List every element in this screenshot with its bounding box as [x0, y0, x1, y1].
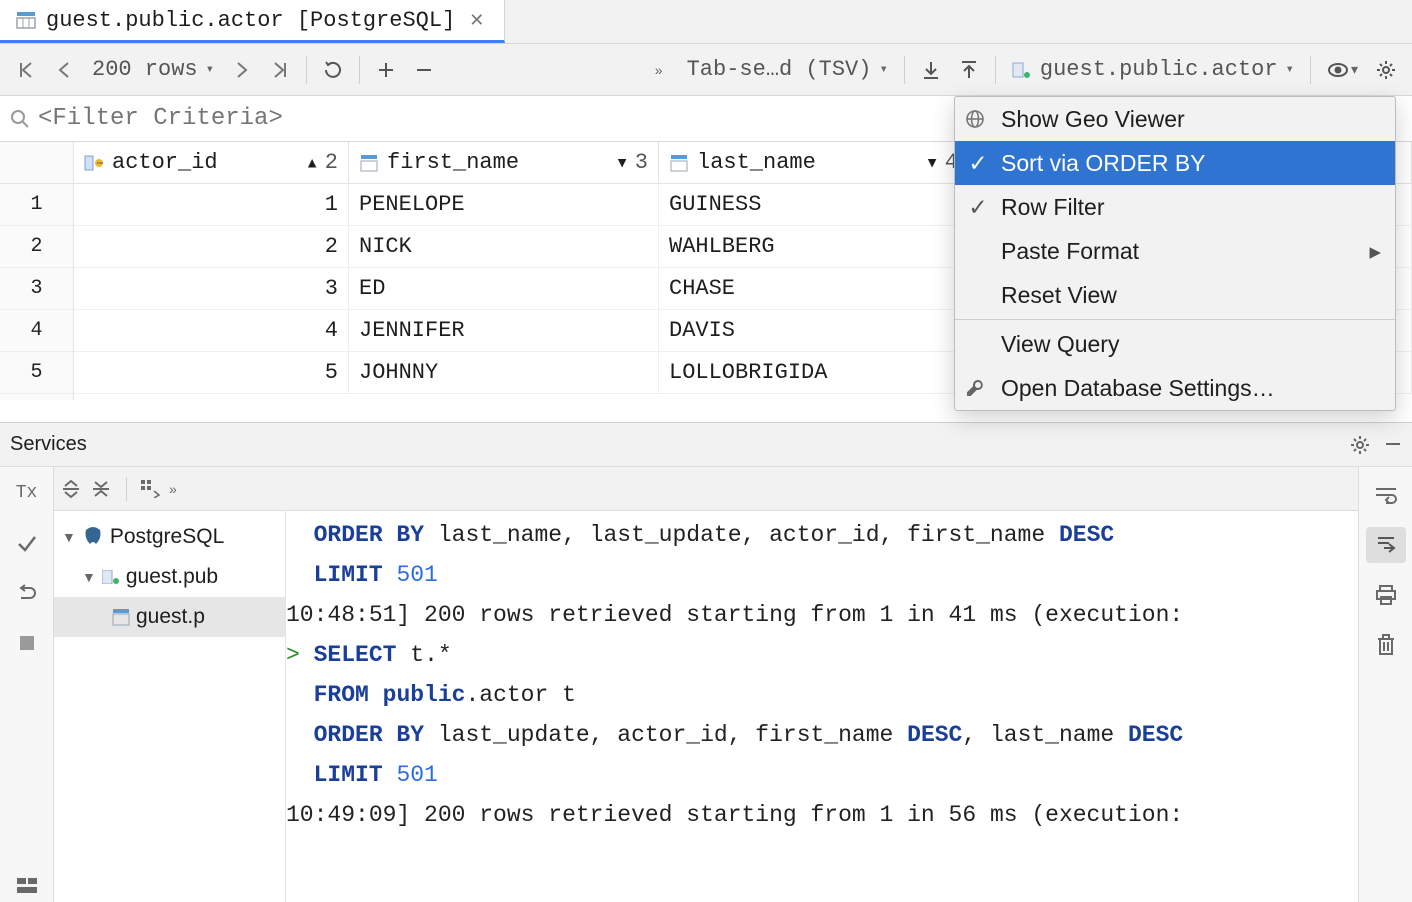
layout-icon[interactable]: [11, 870, 43, 902]
services-title: Services: [10, 433, 87, 456]
pk-column-icon: [84, 153, 104, 173]
menu-item-show-geo-viewer[interactable]: Show Geo Viewer: [955, 97, 1395, 141]
next-page-button[interactable]: [224, 52, 260, 88]
tx-label[interactable]: Tx: [11, 477, 43, 509]
services-right-toolbar: [1358, 467, 1412, 902]
table-icon: [112, 608, 130, 626]
column-icon: [359, 153, 379, 173]
menu-item-reset-view[interactable]: Reset View: [955, 273, 1395, 317]
group-icon[interactable]: [141, 480, 161, 498]
close-icon[interactable]: ✕: [465, 10, 488, 31]
row-number[interactable]: 3: [0, 268, 73, 310]
main-toolbar: 200 rows ▾ » Tab-se…d (TSV) ▾ guest.publ…: [0, 44, 1412, 96]
row-number[interactable]: 5: [0, 352, 73, 394]
upload-button[interactable]: [951, 52, 987, 88]
column-header-first-name[interactable]: first_name ▾3: [349, 142, 659, 183]
rows-dropdown[interactable]: 200 rows ▾: [84, 52, 222, 88]
row-gutter: 1 2 3 4 5: [0, 142, 74, 400]
overflow-icon[interactable]: »: [169, 481, 177, 497]
services-header: Services: [0, 423, 1412, 467]
menu-item-open-db-settings[interactable]: Open Database Settings…: [955, 366, 1395, 410]
add-row-button[interactable]: [368, 52, 404, 88]
settings-button[interactable]: [1368, 52, 1404, 88]
separator: [1310, 56, 1311, 84]
separator: [359, 56, 360, 84]
last-page-button[interactable]: [262, 52, 298, 88]
chevron-down-icon: ▼: [62, 529, 76, 545]
reload-button[interactable]: [315, 52, 351, 88]
stop-icon[interactable]: [11, 627, 43, 659]
datasource-icon: [1012, 62, 1032, 78]
globe-icon: [965, 109, 991, 129]
rows-label: 200 rows: [92, 57, 198, 82]
submenu-arrow-icon: ▸: [1369, 238, 1381, 265]
chevron-down-icon: ▾: [879, 61, 887, 78]
separator: [995, 56, 996, 84]
soft-wrap-icon[interactable]: [1366, 477, 1406, 513]
format-dropdown[interactable]: Tab-se…d (TSV) ▾: [679, 52, 896, 88]
menu-item-paste-format[interactable]: Paste Format ▸: [955, 229, 1395, 273]
datasource-dropdown[interactable]: guest.public.actor ▾: [1004, 52, 1302, 88]
column-icon: [669, 153, 689, 173]
separator: [904, 56, 905, 84]
services-tree[interactable]: ▼ PostgreSQL ▼ guest.pub guest.p: [54, 511, 286, 902]
separator: [306, 56, 307, 84]
row-number[interactable]: 1: [0, 184, 73, 226]
first-page-button[interactable]: [8, 52, 44, 88]
collapse-all-icon[interactable]: [90, 479, 112, 499]
format-label: Tab-se…d (TSV): [687, 57, 872, 82]
download-button[interactable]: [913, 52, 949, 88]
tab-strip: guest.public.actor [PostgreSQL] ✕: [0, 0, 1412, 44]
postgres-icon: [82, 526, 104, 548]
table-icon: [16, 10, 36, 30]
trash-icon[interactable]: [1366, 627, 1406, 663]
tab-title: guest.public.actor [PostgreSQL]: [46, 8, 455, 33]
expand-all-icon[interactable]: [60, 479, 82, 499]
commit-icon[interactable]: [11, 527, 43, 559]
filter-input[interactable]: [38, 105, 838, 132]
scroll-to-end-icon[interactable]: [1366, 527, 1406, 563]
print-icon[interactable]: [1366, 577, 1406, 613]
search-icon: [10, 109, 30, 129]
menu-item-view-query[interactable]: View Query: [955, 322, 1395, 366]
check-icon: ✓: [965, 194, 991, 221]
services-left-toolbar: Tx: [0, 467, 54, 902]
menu-separator: [955, 319, 1395, 320]
prev-page-button[interactable]: [46, 52, 82, 88]
tree-connection[interactable]: ▼ guest.pub: [54, 557, 285, 597]
tree-root[interactable]: ▼ PostgreSQL: [54, 517, 285, 557]
sort-asc-icon: ▴: [306, 150, 319, 176]
column-header-actor-id[interactable]: actor_id ▴2: [74, 142, 349, 183]
tab-active[interactable]: guest.public.actor [PostgreSQL] ✕: [0, 0, 505, 43]
menu-item-row-filter[interactable]: ✓ Row Filter: [955, 185, 1395, 229]
view-mode-button[interactable]: ▾: [1319, 52, 1366, 88]
settings-context-menu: Show Geo Viewer ✓ Sort via ORDER BY ✓ Ro…: [954, 96, 1396, 411]
datasource-icon: [102, 570, 120, 584]
chevron-down-icon: ▾: [1286, 61, 1294, 78]
tree-table[interactable]: guest.p: [54, 597, 285, 637]
console-output[interactable]: ORDER BY last_name, last_update, actor_i…: [286, 511, 1358, 902]
row-number[interactable]: 2: [0, 226, 73, 268]
datasource-label: guest.public.actor: [1040, 57, 1278, 82]
services-inner-toolbar: »: [54, 467, 1358, 511]
sort-desc-icon: ▾: [616, 150, 629, 176]
menu-item-sort-via-order-by[interactable]: ✓ Sort via ORDER BY: [955, 141, 1395, 185]
chevron-down-icon: ▾: [206, 61, 214, 78]
overflow-button[interactable]: »: [641, 52, 677, 88]
services-panel: Services Tx » ▼: [0, 422, 1412, 902]
sort-desc-icon: ▾: [926, 150, 939, 176]
row-number[interactable]: 4: [0, 310, 73, 352]
remove-row-button[interactable]: [406, 52, 442, 88]
check-icon: ✓: [965, 150, 991, 177]
wrench-icon: [965, 378, 991, 398]
chevron-down-icon: ▼: [82, 569, 96, 585]
minimize-icon[interactable]: [1384, 435, 1402, 455]
gear-icon[interactable]: [1350, 435, 1370, 455]
column-header-last-name[interactable]: last_name ▾4: [659, 142, 969, 183]
rollback-icon[interactable]: [11, 577, 43, 609]
